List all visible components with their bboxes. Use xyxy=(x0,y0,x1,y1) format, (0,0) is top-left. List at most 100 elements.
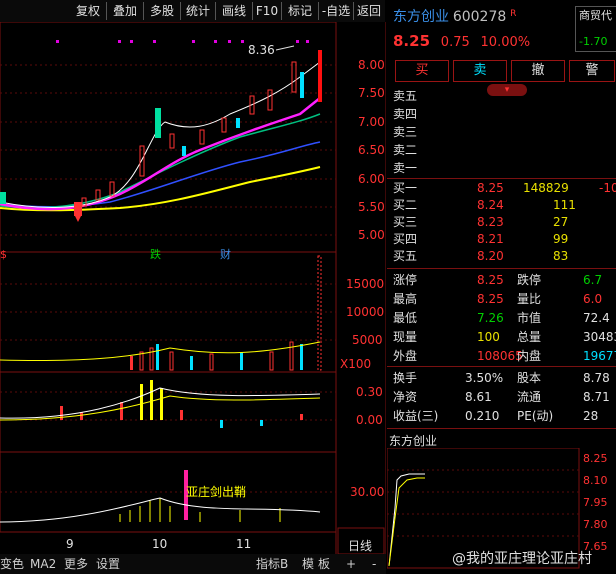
bb-indicator-button[interactable]: 指标B xyxy=(256,554,288,574)
stat2-label: 流通 xyxy=(517,390,542,404)
stat2-value: 8.78 xyxy=(583,371,610,385)
volume-unit: X100 xyxy=(340,357,371,371)
stat-value: 19677 xyxy=(583,349,616,363)
buy-level-label: 买四 xyxy=(393,232,418,246)
watermark: @我的亚庄理论亚庄村 xyxy=(452,551,592,567)
mini-axis-tick: 7.95 xyxy=(583,496,608,509)
event-marker[interactable]: 跌 xyxy=(150,247,161,261)
stat-label: 市值 xyxy=(517,311,542,325)
stat-value: 100 xyxy=(477,330,500,344)
toolbar-draw-line-button[interactable]: 画线 xyxy=(216,2,253,20)
stat-value: 8.25 xyxy=(477,292,504,306)
buy-level-price: 8.21 xyxy=(477,232,504,246)
quote-panel: 东方创业 600278 R 8.25 0.75 10.00% 商贸代 -1.70… xyxy=(387,0,616,574)
price-tick: 5.00 xyxy=(358,228,385,242)
bb-zoom-in-button[interactable]: + xyxy=(346,554,356,574)
macd-pane xyxy=(0,371,337,453)
bb-settings-button[interactable]: 设置 xyxy=(96,554,120,574)
buy-level-price: 8.25 xyxy=(477,181,504,195)
sector-pct: -1.70 xyxy=(579,35,608,48)
stat-value: 7.26 xyxy=(477,311,504,325)
date-label: 11 xyxy=(236,537,251,551)
sell-level: 卖二 xyxy=(393,143,418,157)
price-tick: 5.50 xyxy=(358,200,385,214)
mini-axis-tick: 7.80 xyxy=(583,518,608,531)
kline-chart-area[interactable]: 8.00 7.50 7.00 6.50 6.00 5.50 5.00 15000… xyxy=(0,22,386,554)
date-label: 9 xyxy=(66,537,74,551)
buy-level-price: 8.20 xyxy=(477,249,504,263)
price-gridlines xyxy=(0,64,336,493)
macd-tick: 0.30 xyxy=(356,385,383,399)
event-marker[interactable]: 财 xyxy=(220,247,231,261)
stat-label: 跌停 xyxy=(517,273,542,287)
toolbar-fuquan-button[interactable]: 复权 xyxy=(70,2,107,20)
toolbar-stats-button[interactable]: 统计 xyxy=(181,2,216,20)
stat2-value: 3.50% xyxy=(465,371,504,385)
stat2-label: 换手 xyxy=(393,371,418,385)
buy-level-volume: 99 xyxy=(553,232,569,246)
stat2-value: 0.210 xyxy=(465,409,500,423)
ma-blue-line xyxy=(0,141,321,208)
sell-level: 卖四 xyxy=(393,107,418,121)
toolbar-watchlist-button[interactable]: -自选 xyxy=(319,2,354,20)
stock-name: 东方创业 xyxy=(393,9,449,25)
period-label[interactable]: 日线 xyxy=(348,539,372,553)
stat-value: 6.0 xyxy=(583,292,603,306)
price-tick: 6.00 xyxy=(358,172,385,186)
bb-color-button[interactable]: 变色 xyxy=(0,554,24,574)
bb-template-button[interactable]: 模 xyxy=(302,554,314,574)
macd-tick: 0.00 xyxy=(356,413,383,427)
toolbar-multi-stock-button[interactable]: 多股 xyxy=(144,2,181,20)
chevron-down-icon[interactable]: ▾ xyxy=(487,84,527,96)
date-label: 10 xyxy=(152,537,167,551)
alert-button[interactable]: 警 xyxy=(569,60,615,82)
sell-button[interactable]: 卖 xyxy=(453,60,507,82)
buy-button[interactable]: 买 xyxy=(395,60,449,82)
volume-axis: 15000 10000 5000 X100 0.30 0.00 30.00 xyxy=(340,277,384,499)
stat2-label: 净资 xyxy=(393,390,418,404)
bb-template-button-2[interactable]: 板 xyxy=(318,554,330,574)
buy-level-extra: -10 xyxy=(599,181,616,195)
cancel-button[interactable]: 撤 xyxy=(511,60,565,82)
bb-zoom-out-button[interactable]: - xyxy=(372,554,376,574)
volume-tick: 5000 xyxy=(352,333,383,347)
sell-level: 卖五 xyxy=(393,89,418,103)
toolbar-f10-button[interactable]: F10 xyxy=(253,2,282,20)
stat2-label: 股本 xyxy=(517,371,542,385)
mini-axis-tick: 8.10 xyxy=(583,474,608,487)
toolbar-mark-button[interactable]: 标记 xyxy=(282,2,319,20)
bb-more-button[interactable]: 更多 xyxy=(64,554,88,574)
indicator-tick: 30.00 xyxy=(350,485,384,499)
stock-header: 东方创业 600278 R xyxy=(393,6,516,26)
ma-yellow-line xyxy=(0,166,321,212)
stat-label: 内盘 xyxy=(517,349,542,363)
buy-level-volume: 111 xyxy=(553,198,576,212)
stat-value: 8.25 xyxy=(477,273,504,287)
sell-level: 卖一 xyxy=(393,161,418,175)
stat2-label: 收益(三) xyxy=(393,409,439,423)
stat-value: 108065 xyxy=(477,349,523,363)
event-marker[interactable]: $ xyxy=(0,248,7,261)
volume-tick: 10000 xyxy=(346,305,384,319)
stat-label: 最高 xyxy=(393,292,418,306)
price-tick: 8.00 xyxy=(358,58,385,72)
toolbar-overlay-button[interactable]: 叠加 xyxy=(107,2,144,20)
mini-axis-tick: 8.25 xyxy=(583,452,608,465)
stat-label: 总量 xyxy=(517,330,542,344)
stat-label: 涨停 xyxy=(393,273,418,287)
stat-label: 外盘 xyxy=(393,349,418,363)
toolbar-back-button[interactable]: 返回 xyxy=(354,2,384,20)
sector-box[interactable]: 商贸代 -1.70 xyxy=(575,6,616,52)
price-line: 8.25 0.75 10.00% xyxy=(393,32,530,50)
bb-ma2-button[interactable]: MA2 xyxy=(30,554,56,574)
buy-level-volume: 27 xyxy=(553,215,569,229)
stat2-value: 8.71 xyxy=(583,390,610,404)
sell-level: 卖三 xyxy=(393,125,418,139)
high-price-label: 8.36 xyxy=(248,43,275,57)
price-tick: 7.50 xyxy=(358,86,385,100)
stat-label: 量比 xyxy=(517,292,542,306)
volume-tick: 15000 xyxy=(346,277,384,291)
price-axis: 8.00 7.50 7.00 6.50 6.00 5.50 5.00 xyxy=(358,58,385,242)
buy-level-label: 买一 xyxy=(393,181,418,195)
buy-level-price: 8.23 xyxy=(477,215,504,229)
